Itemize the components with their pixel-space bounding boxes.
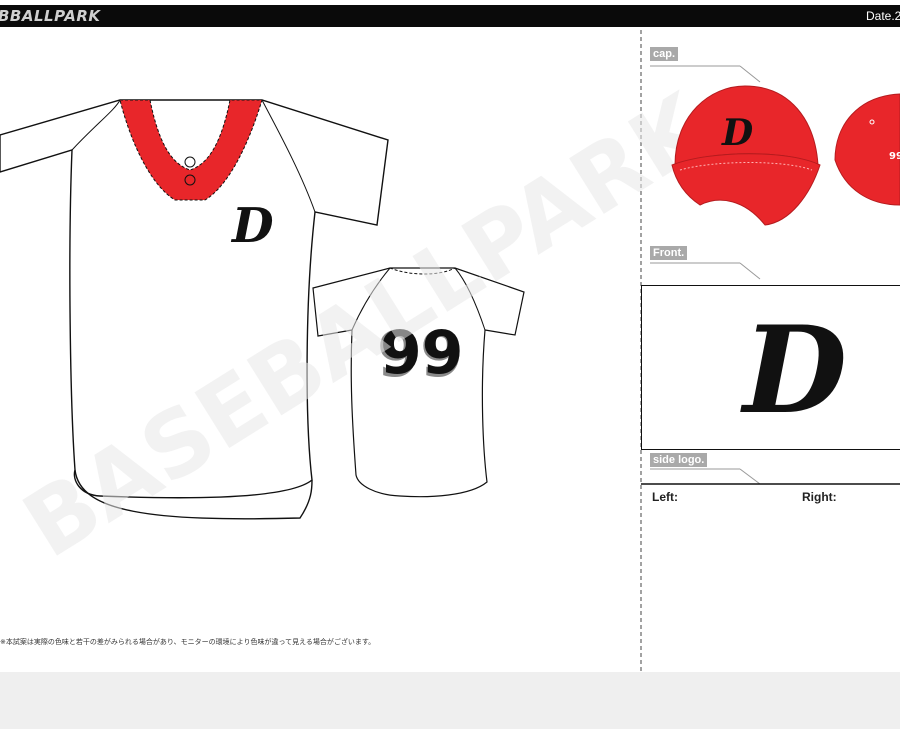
cap-label-text: cap.: [653, 48, 676, 60]
front-leader-diag: [739, 262, 761, 280]
disclaimer-text: ※本試案は実際の色味と若干の差がみられる場合があり、モニターの環境により色味が違…: [0, 639, 376, 646]
cap-back-crown: [834, 93, 900, 206]
cap-leader-diag: [739, 65, 761, 83]
cap-section-label: cap.: [650, 47, 679, 61]
side-logo-section-label: side logo.: [650, 453, 708, 467]
side-logo-label-text: side logo.: [653, 454, 705, 466]
front-section-label: Front.: [650, 246, 688, 260]
side-right-label: Right:: [802, 490, 837, 504]
side-logo-leader-diag: [739, 468, 761, 485]
front-label-text: Front.: [653, 247, 685, 259]
side-left-label: Left:: [652, 490, 678, 504]
cap-back-illustration: 99: [834, 93, 900, 206]
front-logo-box: [641, 285, 900, 450]
cap-back-number: 99: [889, 151, 900, 162]
cap-front-logo: D: [721, 112, 753, 154]
footer-band: [0, 672, 900, 729]
cap-front-illustration: D: [671, 85, 821, 226]
cap-front-visor: [671, 153, 821, 226]
jersey-front-logo: D: [230, 198, 274, 254]
